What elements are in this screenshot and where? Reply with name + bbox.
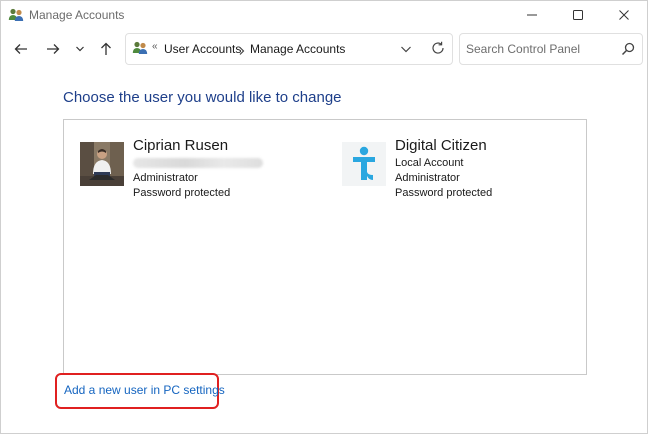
add-new-user-link[interactable]: Add a new user in PC settings bbox=[64, 383, 225, 397]
window-title: Manage Accounts bbox=[29, 8, 125, 22]
recent-locations-button[interactable] bbox=[68, 37, 92, 61]
arrow-up-icon bbox=[101, 42, 111, 55]
arrow-left-icon bbox=[14, 44, 27, 54]
user-card-digital-citizen[interactable]: Digital Citizen Local Account Administra… bbox=[342, 136, 582, 206]
user-detail: Password protected bbox=[133, 187, 231, 199]
user-detail: Administrator bbox=[133, 172, 198, 184]
window: Manage Accounts « User Accounts Manage A… bbox=[0, 0, 648, 434]
refresh-button[interactable] bbox=[430, 40, 446, 56]
page-title: Choose the user you would like to change bbox=[63, 89, 342, 106]
minimize-button[interactable] bbox=[509, 1, 555, 29]
user-name: Ciprian Rusen bbox=[133, 137, 229, 154]
maximize-button[interactable] bbox=[555, 1, 601, 29]
address-bar[interactable]: « User Accounts Manage Accounts bbox=[125, 33, 453, 65]
highlight-box: Add a new user in PC settings bbox=[55, 373, 225, 409]
minimize-icon bbox=[527, 14, 537, 16]
title-bar: Manage Accounts bbox=[1, 1, 647, 29]
close-icon bbox=[619, 10, 629, 20]
chevron-down-icon bbox=[401, 46, 411, 53]
close-button[interactable] bbox=[601, 1, 647, 29]
forward-button[interactable] bbox=[41, 37, 65, 61]
address-overflow[interactable]: « bbox=[152, 41, 158, 52]
maximize-icon bbox=[573, 10, 583, 20]
navigation-bar: « User Accounts Manage Accounts bbox=[1, 29, 647, 69]
refresh-icon bbox=[432, 41, 444, 54]
search-icon[interactable] bbox=[620, 41, 636, 57]
digital-citizen-logo-icon bbox=[342, 142, 386, 186]
avatar bbox=[342, 142, 386, 186]
search-input[interactable] bbox=[466, 40, 616, 58]
chevron-down-icon bbox=[76, 46, 84, 52]
user-detail: Password protected bbox=[395, 187, 493, 199]
redacted-email bbox=[133, 158, 263, 168]
breadcrumb-manage-accounts[interactable]: Manage Accounts bbox=[250, 42, 345, 56]
user-detail: Local Account bbox=[395, 157, 464, 169]
avatar bbox=[80, 142, 124, 186]
user-name: Digital Citizen bbox=[395, 137, 487, 154]
user-detail: Administrator bbox=[395, 172, 460, 184]
user-card-ciprian-rusen[interactable]: Ciprian Rusen Administrator Password pro… bbox=[80, 136, 320, 206]
back-button[interactable] bbox=[9, 37, 33, 61]
users-icon bbox=[8, 7, 24, 23]
up-button[interactable] bbox=[94, 37, 118, 61]
users-icon bbox=[132, 40, 148, 56]
chevron-right-icon[interactable] bbox=[238, 43, 246, 61]
arrow-right-icon bbox=[47, 44, 60, 54]
address-dropdown-button[interactable] bbox=[398, 41, 414, 57]
search-box[interactable] bbox=[459, 33, 643, 65]
breadcrumb-user-accounts[interactable]: User Accounts bbox=[164, 42, 241, 56]
user-list-panel: Ciprian Rusen Administrator Password pro… bbox=[63, 119, 587, 375]
